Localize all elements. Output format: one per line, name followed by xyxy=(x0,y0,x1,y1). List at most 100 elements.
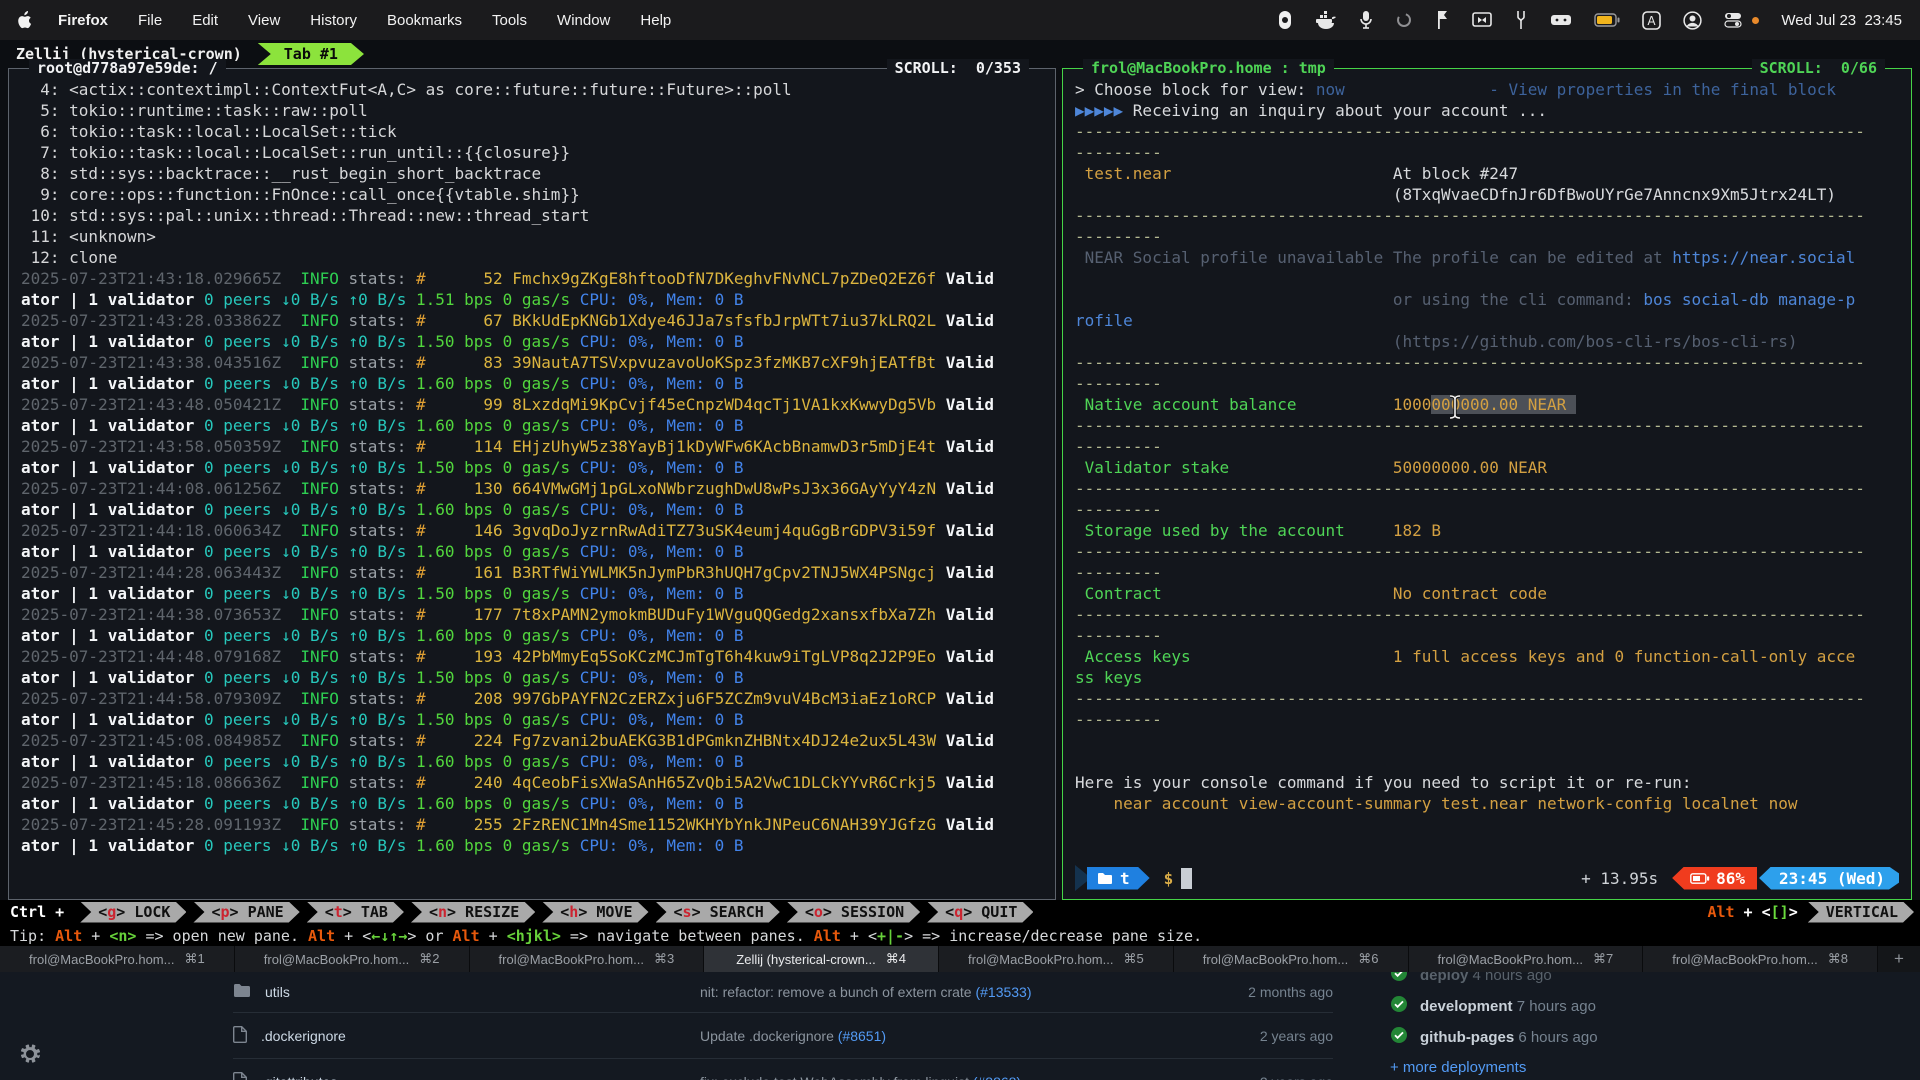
file-name-cell[interactable]: utils xyxy=(233,983,700,1001)
deployment-row[interactable]: github-pages 6 hours ago xyxy=(1390,1026,1910,1048)
output-line: NEAR Social profile unavailable The prof… xyxy=(1075,247,1901,268)
output-line: rofile xyxy=(1075,310,1901,331)
control-center-icon[interactable] xyxy=(1724,12,1744,28)
tip-segment: > or xyxy=(407,927,452,945)
text-span: 0 peers ↓0 B/s ↑0 B/s xyxy=(204,710,406,729)
deployment-row[interactable]: development 7 hours ago xyxy=(1390,995,1910,1017)
text-span xyxy=(936,773,946,792)
input-source-icon[interactable]: A xyxy=(1642,11,1661,30)
pr-link[interactable]: (#8651) xyxy=(838,1028,886,1044)
terminal-tab-1[interactable]: frol@MacBookPro.hom...⌘1 xyxy=(0,946,235,972)
terminal-tab-8[interactable]: frol@MacBookPro.hom...⌘8 xyxy=(1643,946,1878,972)
account-icon[interactable] xyxy=(1683,11,1702,30)
terminal-tab-7[interactable]: frol@MacBookPro.hom...⌘7 xyxy=(1409,946,1644,972)
menu-item-history[interactable]: History xyxy=(295,12,372,29)
terminal-tab-4[interactable]: Zellij (hysterical-crown...⌘4 xyxy=(704,946,939,972)
terminal-tab-5[interactable]: frol@MacBookPro.hom...⌘5 xyxy=(939,946,1174,972)
deployment-name[interactable]: github-pages xyxy=(1420,1029,1518,1046)
settings-gear-icon[interactable] xyxy=(18,1042,42,1071)
text-span: near account view-account-summary test.n… xyxy=(1075,794,1797,813)
text-span: Fg7zvani2buAEKG3B1dPGmknZHBNtx4DJ24e2ux5… xyxy=(512,731,936,750)
text-span: - View properties in the final block xyxy=(1489,80,1836,99)
folder-icon xyxy=(1097,872,1113,885)
bracket-close: > xyxy=(1789,903,1798,921)
menu-item-tools[interactable]: Tools xyxy=(477,12,542,29)
tip-segment: + xyxy=(480,927,507,945)
commit-text[interactable]: fix: exclude test WebAssembly from lingu… xyxy=(700,1074,973,1080)
terminal-tab-2[interactable]: frol@MacBookPro.hom...⌘2 xyxy=(235,946,470,972)
separator-line: ----------------------------------------… xyxy=(1075,415,1901,436)
menu-item-firefox[interactable]: Firefox xyxy=(43,12,123,29)
menu-item-edit[interactable]: Edit xyxy=(177,12,233,29)
file-name-cell[interactable]: .gitattributes xyxy=(233,1072,700,1080)
commit-text[interactable]: nit: refactor: remove a bunch of extern … xyxy=(700,984,975,1000)
text-span: 0 peers ↓0 B/s ↑0 B/s xyxy=(204,290,406,309)
deployment-name[interactable]: deploy xyxy=(1420,972,1473,984)
new-tab-button[interactable]: + xyxy=(1878,946,1920,972)
commit-message[interactable]: fix: exclude test WebAssembly from lingu… xyxy=(700,1074,1173,1080)
text-span: > Choose block for view: xyxy=(1075,80,1316,99)
tuning-fork-icon[interactable] xyxy=(1514,10,1528,30)
text-span: stats: xyxy=(339,815,416,834)
record-icon[interactable] xyxy=(1277,10,1293,30)
text-span: # xyxy=(416,815,426,834)
battery-icon[interactable] xyxy=(1594,13,1620,27)
text-span: Valid xyxy=(946,731,994,750)
menu-item-bookmarks[interactable]: Bookmarks xyxy=(372,12,477,29)
more-deployments-link[interactable]: + more deployments xyxy=(1390,1059,1910,1076)
file-name[interactable]: .gitattributes xyxy=(261,1074,337,1080)
zellij-tab-1[interactable]: Tab #1 xyxy=(258,43,364,65)
text-span xyxy=(503,521,513,540)
menu-clock[interactable]: Wed Jul 23 23:45 xyxy=(1781,12,1902,29)
file-table: utils nit: refactor: remove a bunch of ex… xyxy=(233,972,1333,1080)
text-span xyxy=(1075,752,1085,771)
commit-message[interactable]: nit: refactor: remove a bunch of extern … xyxy=(700,984,1173,1000)
file-row[interactable]: .dockerignore Update .dockerignore (#8651… xyxy=(233,1013,1333,1059)
left-pane[interactable]: root@d778a97e59de: / SCROLL: 0/353 4: <a… xyxy=(8,68,1056,900)
commit-message[interactable]: Update .dockerignore (#8651) xyxy=(700,1028,1173,1044)
right-pane-title: frol@MacBookPro.home : tmp xyxy=(1083,59,1334,77)
text-span: 1.60 bps 0 gas/s xyxy=(406,416,570,435)
apple-menu-icon[interactable] xyxy=(16,10,33,30)
terminal-tab-6[interactable]: frol@MacBookPro.hom...⌘6 xyxy=(1174,946,1409,972)
screen-mirroring-icon[interactable] xyxy=(1472,11,1492,29)
keyboard-icon[interactable] xyxy=(1550,12,1572,28)
text-span xyxy=(503,689,513,708)
text-span: 1.60 bps 0 gas/s xyxy=(406,836,570,855)
file-name[interactable]: utils xyxy=(265,984,290,1000)
menu-item-help[interactable]: Help xyxy=(625,12,686,29)
shortcuts-icon[interactable] xyxy=(1395,11,1413,29)
file-name-cell[interactable]: .dockerignore xyxy=(233,1026,700,1046)
menu-item-file[interactable]: File xyxy=(123,12,177,29)
microphone-icon[interactable] xyxy=(1359,10,1373,30)
file-name[interactable]: .dockerignore xyxy=(261,1028,346,1044)
right-pane[interactable]: frol@MacBookPro.home : tmp SCROLL: 0/66 … xyxy=(1062,68,1912,900)
output-line: or using the cli command: bos social-db … xyxy=(1075,289,1901,310)
text-span: Valid xyxy=(946,773,994,792)
menu-item-view[interactable]: View xyxy=(233,12,295,29)
output-line: Here is your console command if you need… xyxy=(1075,772,1901,793)
docker-icon[interactable] xyxy=(1315,10,1337,30)
terminal-cursor[interactable] xyxy=(1181,868,1192,889)
log-line: ator | 1 validator 0 peers ↓0 B/s ↑0 B/s… xyxy=(21,709,1045,730)
text-span: 146 xyxy=(426,521,503,540)
right-pane-content: > Choose block for view: now - View prop… xyxy=(1063,69,1911,889)
file-row[interactable]: utils nit: refactor: remove a bunch of ex… xyxy=(233,972,1333,1013)
file-row[interactable]: .gitattributes fix: exclude test WebAssem… xyxy=(233,1059,1333,1080)
commit-text[interactable]: Update .dockerignore xyxy=(700,1028,838,1044)
text-span: 2025-07-23T21:44:38.073653Z xyxy=(21,605,281,624)
pr-link[interactable]: (#8868) xyxy=(973,1074,1021,1080)
text-span: INFO xyxy=(300,395,339,414)
deployment-name[interactable]: development xyxy=(1420,998,1517,1015)
menu-item-window[interactable]: Window xyxy=(542,12,625,29)
key-label: > QUIT xyxy=(963,903,1017,921)
angle-open: < xyxy=(945,903,954,921)
pr-link[interactable]: (#13533) xyxy=(975,984,1031,1000)
status-right: Alt + <[]> VERTICAL xyxy=(1707,902,1920,923)
flag-icon[interactable] xyxy=(1435,10,1450,30)
text-span: CPU: 0%, Mem: 0 B xyxy=(570,416,743,435)
separator-line: ----------------------------------------… xyxy=(1075,604,1901,625)
terminal-tab-3[interactable]: frol@MacBookPro.hom...⌘3 xyxy=(470,946,705,972)
text-span xyxy=(503,647,513,666)
deployment-row[interactable]: deploy 4 hours ago xyxy=(1390,972,1910,986)
